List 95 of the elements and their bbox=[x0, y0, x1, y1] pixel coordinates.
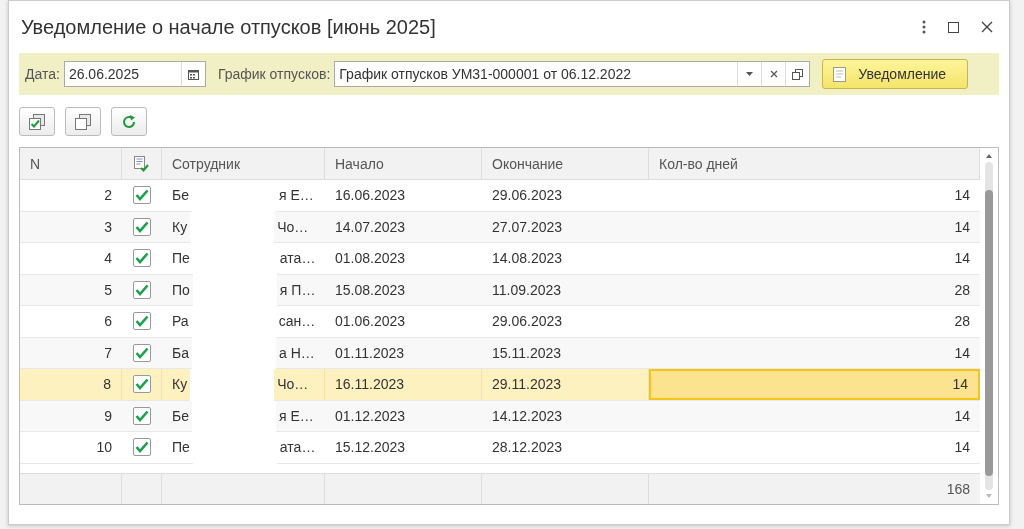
checkbox[interactable] bbox=[133, 280, 151, 299]
more-icon[interactable] bbox=[922, 20, 926, 34]
table-cell-text: 16.06.2023 bbox=[334, 186, 407, 206]
table-cell-text: 7 bbox=[103, 343, 113, 363]
checkbox[interactable] bbox=[133, 343, 151, 362]
table-cell-text: 14 bbox=[953, 438, 971, 458]
table-cell-text: 6 bbox=[103, 312, 113, 332]
table-cell-text: 01.06.2023 bbox=[334, 312, 407, 332]
table-cell-text: 14 bbox=[953, 186, 971, 206]
table-cell-text: 15.12.2023 bbox=[334, 438, 407, 458]
checkbox[interactable] bbox=[133, 438, 151, 457]
table-cell-text: 15.08.2023 bbox=[334, 280, 407, 300]
table-row[interactable]: 5 По я П… 15.08.2023 11.09.2023 28 bbox=[20, 274, 980, 306]
table-cell: 14 bbox=[649, 369, 980, 400]
column-header[interactable]: Начало bbox=[325, 148, 482, 179]
checkbox[interactable] bbox=[133, 406, 151, 425]
table-cell-text: 2 bbox=[103, 186, 113, 206]
refresh-icon bbox=[122, 114, 136, 129]
open-icon[interactable] bbox=[792, 68, 804, 80]
table-cell-text: 29.06.2023 bbox=[491, 186, 564, 206]
table-cell-text: 11.09.2023 bbox=[491, 280, 563, 300]
table-cell-text: 14.08.2023 bbox=[491, 249, 564, 269]
checkbox[interactable] bbox=[132, 375, 151, 394]
scroll-up-icon[interactable] bbox=[986, 154, 992, 158]
table-cell-text: 27.07.2023 bbox=[491, 217, 564, 237]
date-field[interactable]: 26.06.2025 bbox=[63, 61, 206, 87]
name-fragment: По bbox=[172, 281, 190, 298]
table-cell-text: 14 bbox=[953, 249, 971, 269]
schedule-field[interactable]: График отпусков УМ31-000001 от 06.12.2022 bbox=[334, 61, 811, 87]
name-fragment: Пе bbox=[172, 250, 190, 267]
close-icon[interactable] bbox=[981, 21, 993, 33]
date-label: Дата: bbox=[25, 66, 60, 82]
checkbox[interactable] bbox=[133, 312, 151, 331]
scroll-down-icon[interactable] bbox=[986, 494, 992, 498]
table-cell-text: 28.12.2023 bbox=[491, 438, 564, 458]
table-cell-text: 14 bbox=[953, 217, 971, 237]
column-header[interactable]: Сотрудник bbox=[162, 148, 325, 179]
uncheck-all-button[interactable] bbox=[65, 107, 101, 136]
maximize-icon[interactable] bbox=[948, 21, 959, 33]
table-cell-text: 01.11.2023 bbox=[334, 343, 406, 363]
total-days: 168 bbox=[946, 481, 970, 497]
name-fragment: Ку bbox=[172, 218, 188, 235]
name-fragment: а Н… bbox=[279, 344, 315, 361]
clear-icon[interactable] bbox=[769, 70, 778, 78]
checkbox[interactable] bbox=[133, 186, 151, 205]
table-cell-text: 14 bbox=[953, 406, 971, 426]
name-fragment: Бе bbox=[172, 187, 189, 204]
name-fragment: Ку bbox=[172, 376, 188, 393]
name-fragment: Чо… bbox=[277, 218, 309, 235]
name-fragment: Чо… bbox=[277, 376, 309, 393]
table-row[interactable]: 8 Ку Чо… 16.11.2023 29.11.2023 14 bbox=[20, 369, 980, 401]
checklist-icon[interactable] bbox=[134, 155, 149, 172]
column-header[interactable]: Окончание bbox=[482, 148, 649, 179]
name-fragment: Ра bbox=[172, 313, 189, 330]
name-fragment: ата… bbox=[279, 250, 316, 267]
refresh-button[interactable] bbox=[111, 107, 147, 136]
checkbox[interactable] bbox=[133, 249, 151, 268]
notification-button[interactable]: Уведомление bbox=[822, 59, 969, 89]
window-title: Уведомление о начале отпусков [июнь 2025] bbox=[20, 15, 436, 39]
table-cell-text: 4 bbox=[103, 249, 113, 269]
table-cell-text: 01.08.2023 bbox=[334, 249, 407, 269]
name-fragment: Бе bbox=[172, 407, 189, 424]
table-cell-text: 10 bbox=[95, 438, 113, 458]
name-fragment: Ба bbox=[172, 344, 189, 361]
table-cell-text: 28 bbox=[953, 280, 971, 300]
table-cell-text: 5 bbox=[103, 280, 113, 300]
table-cell-text: 9 bbox=[103, 406, 113, 426]
name-fragment: я Е… bbox=[279, 187, 314, 204]
table-row[interactable]: 9 Бе я Е… 01.12.2023 14.12.2023 14 bbox=[20, 400, 980, 432]
table-cell: 8 bbox=[20, 369, 122, 400]
document-icon bbox=[833, 66, 847, 82]
table-cell: 16.11.2023 bbox=[325, 369, 482, 400]
table-cell-text: 15.11.2023 bbox=[491, 343, 563, 363]
table-cell-text: 14.12.2023 bbox=[491, 406, 564, 426]
column-header[interactable]: N bbox=[20, 148, 122, 179]
name-fragment: ата… bbox=[279, 439, 316, 456]
table-row[interactable]: 3 Ку Чо… 14.07.2023 27.07.2023 14 bbox=[20, 211, 980, 243]
name-fragment: я Е… bbox=[279, 407, 314, 424]
table-cell-text: 28 bbox=[953, 312, 971, 332]
dropdown-icon[interactable] bbox=[746, 72, 754, 76]
name-fragment: я П… bbox=[279, 281, 316, 298]
table-cell-text: 29.06.2023 bbox=[491, 312, 564, 332]
name-fragment: Пе bbox=[172, 439, 190, 456]
calendar-icon[interactable] bbox=[187, 68, 199, 80]
table-cell-text: 3 bbox=[103, 217, 113, 237]
table-row[interactable]: 7 Ба а Н… 01.11.2023 15.11.2023 14 bbox=[20, 337, 980, 369]
check-all-icon bbox=[29, 113, 45, 130]
table-cell-text: 14 bbox=[953, 343, 971, 363]
table-cell-text: 01.12.2023 bbox=[334, 406, 407, 426]
check-all-button[interactable] bbox=[19, 107, 55, 136]
schedule-label: График отпусков: bbox=[217, 66, 331, 82]
checkbox[interactable] bbox=[133, 217, 151, 236]
copy-icon bbox=[75, 113, 91, 130]
name-fragment: сан… bbox=[278, 313, 316, 330]
table-cell-text: 14.07.2023 bbox=[334, 217, 407, 237]
